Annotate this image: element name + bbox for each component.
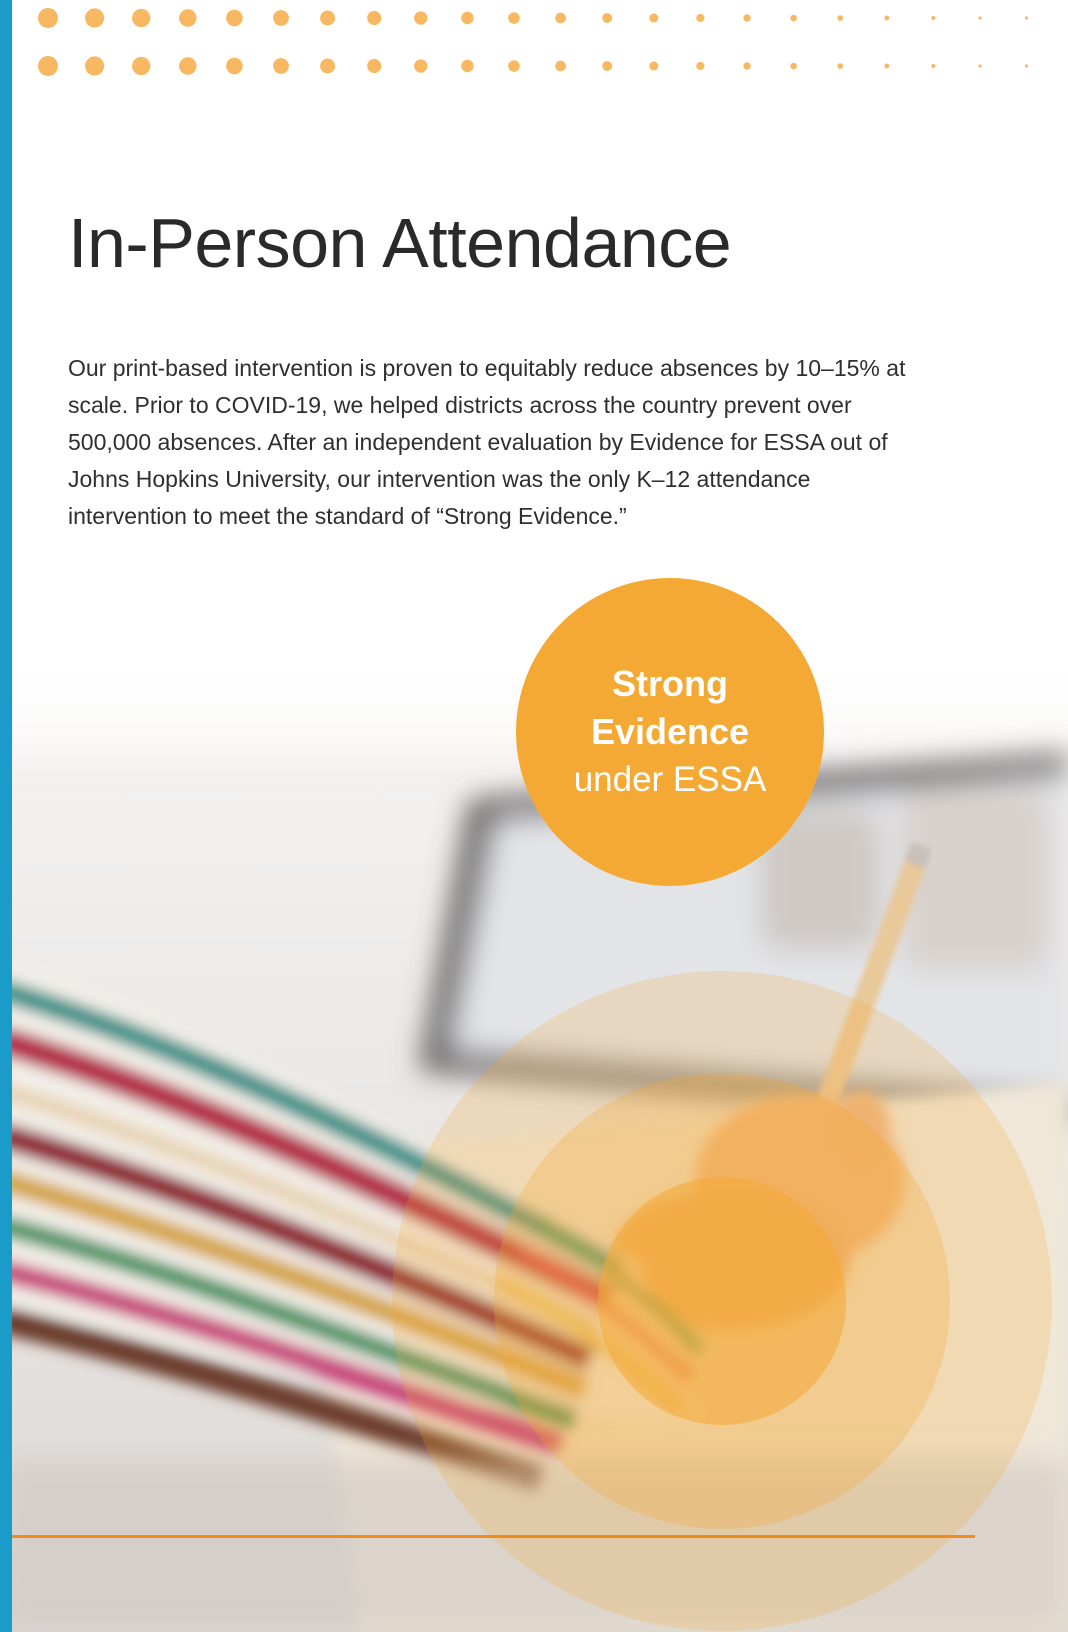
decorative-dot — [696, 13, 705, 23]
decorative-dot — [790, 62, 797, 70]
strong-evidence-badge: Strong Evidence under ESSA — [516, 578, 824, 886]
decorative-dot — [226, 57, 243, 75]
decorative-dot — [884, 15, 890, 21]
decorative-dot — [461, 59, 474, 73]
decorative-dot — [743, 14, 751, 22]
decorative-dot — [179, 9, 197, 27]
decorative-dot — [226, 9, 243, 27]
decorative-dot — [38, 8, 58, 28]
decorative-dot — [602, 61, 613, 71]
decorative-dot — [273, 10, 289, 26]
decorative-dot — [461, 11, 474, 25]
decorative-dot — [273, 58, 289, 74]
decorative-dot — [884, 63, 890, 69]
decorative-dot-grid — [38, 8, 1029, 76]
decorative-dot — [320, 10, 336, 26]
decorative-dot — [508, 60, 520, 72]
decorative-dot — [85, 56, 105, 76]
decorative-dot — [649, 13, 659, 23]
decorative-dot — [367, 58, 382, 74]
decorative-dot — [320, 58, 336, 74]
decorative-dot — [931, 63, 936, 69]
decorative-dot — [931, 15, 936, 21]
decorative-dot — [790, 14, 797, 22]
page-title: In-Person Attendance — [68, 204, 732, 282]
decorative-dot — [555, 12, 566, 24]
decorative-dot — [978, 16, 982, 20]
decorative-dot — [555, 60, 566, 72]
decorative-dot — [414, 11, 428, 25]
decorative-dot — [132, 56, 151, 76]
decorative-dot — [508, 12, 520, 24]
badge-line-evidence: Evidence — [590, 711, 750, 752]
decorative-dot — [649, 61, 659, 71]
decorative-dot — [132, 8, 151, 28]
decorative-dot — [978, 64, 982, 68]
badge-line-under-essa: under ESSA — [573, 760, 767, 799]
decorative-dot — [602, 13, 613, 23]
decorative-dot — [837, 15, 844, 21]
decorative-dot — [179, 57, 197, 75]
badge-line-strong: Strong — [612, 663, 728, 704]
page: In-Person Attendance Our print-based int… — [0, 0, 1068, 1632]
decorative-dot — [367, 10, 382, 26]
decorative-dot — [38, 56, 58, 76]
decorative-dot — [85, 8, 105, 28]
left-accent-bar — [0, 0, 12, 1632]
body-paragraph: Our print-based intervention is proven t… — [68, 355, 906, 529]
decorative-dot — [696, 61, 705, 71]
decorative-dot — [1025, 16, 1029, 20]
decorative-dot — [743, 62, 751, 70]
orange-divider-line — [0, 1535, 975, 1538]
decorative-dot — [1025, 64, 1029, 68]
decorative-dot — [414, 59, 428, 73]
decorative-dot — [837, 63, 844, 69]
